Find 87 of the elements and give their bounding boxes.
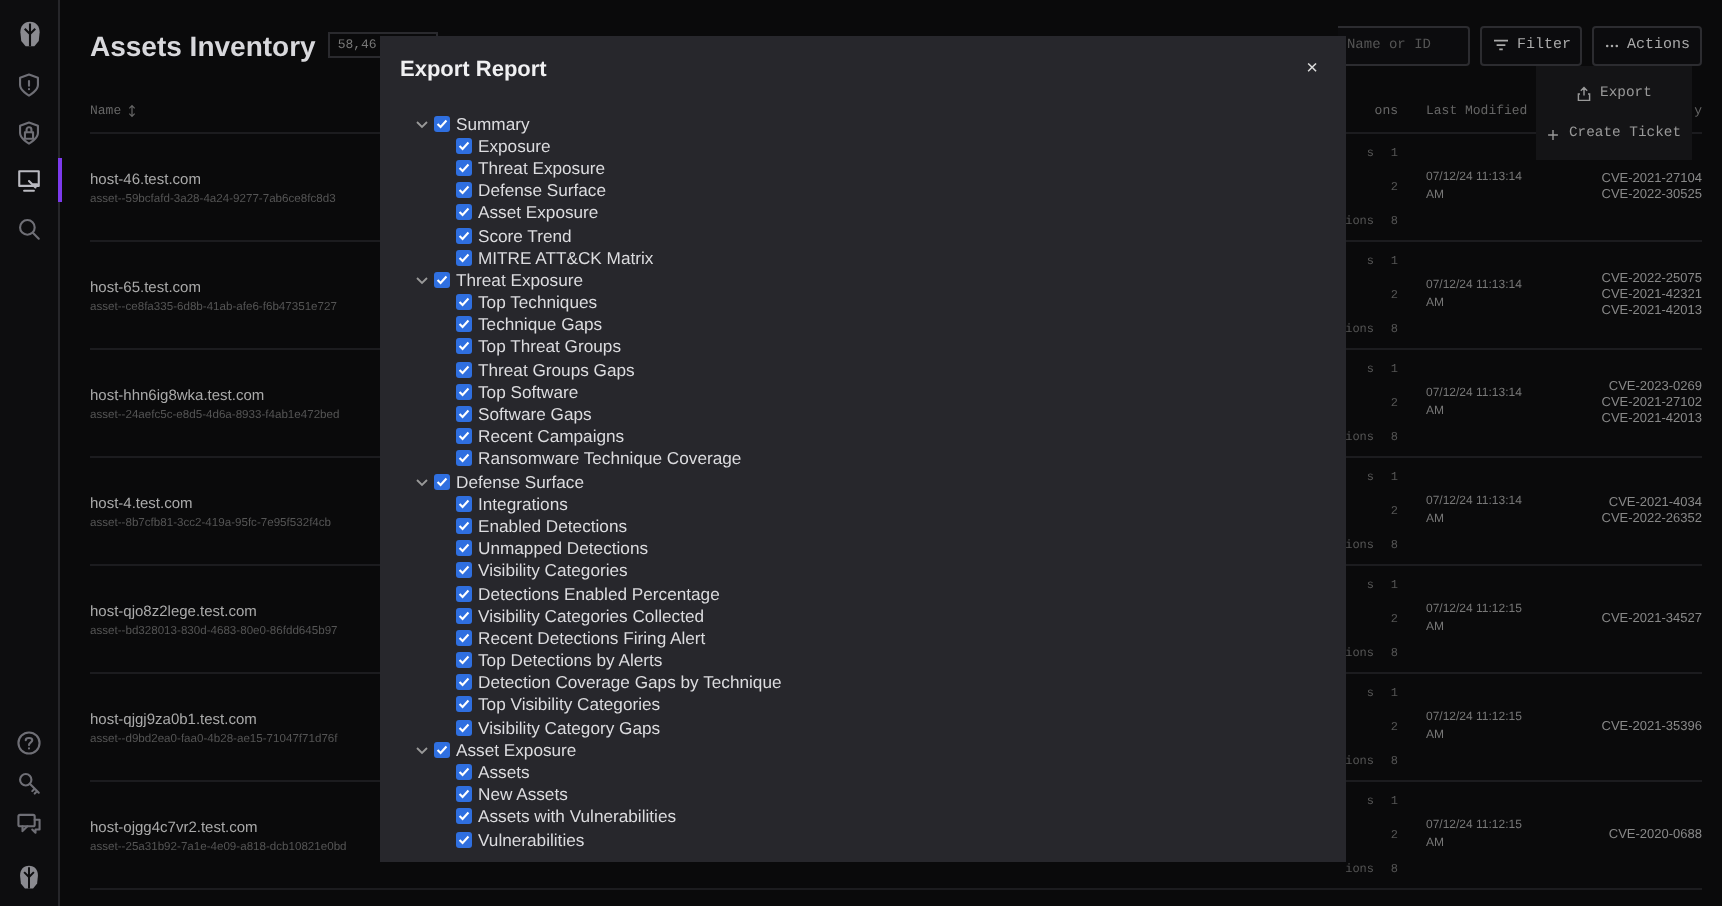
checkbox[interactable]: [456, 517, 472, 534]
section-label[interactable]: Defense Surface: [456, 471, 585, 492]
shield-lock-icon[interactable]: [16, 119, 42, 145]
checkbox[interactable]: [434, 115, 450, 132]
option-label[interactable]: Detections Enabled Percentage: [478, 583, 720, 604]
option-label[interactable]: New Assets: [478, 784, 568, 805]
option-label[interactable]: Detection Coverage Gaps by Technique: [478, 672, 782, 693]
ellipsis-icon: [1604, 41, 1621, 49]
chevron-down-icon[interactable]: [414, 271, 430, 288]
checkbox[interactable]: [456, 294, 472, 311]
checkbox[interactable]: [456, 316, 472, 333]
checkbox[interactable]: [456, 764, 472, 781]
section-label[interactable]: Threat Exposure: [456, 269, 584, 290]
option-label[interactable]: Threat Groups Gaps: [478, 359, 635, 380]
share-icon: [1576, 86, 1593, 102]
option-label[interactable]: Top Threat Groups: [478, 336, 621, 357]
checkbox[interactable]: [456, 831, 472, 848]
checkbox[interactable]: [434, 473, 450, 490]
checkbox[interactable]: [456, 808, 472, 825]
checkbox[interactable]: [456, 585, 472, 602]
chevron-down-icon[interactable]: [414, 741, 430, 758]
option-label[interactable]: Software Gaps: [478, 404, 592, 425]
option-label[interactable]: Visibility Categories: [478, 560, 628, 581]
chevron-down-icon[interactable]: [414, 473, 430, 490]
checkbox[interactable]: [456, 696, 472, 713]
chat-icon[interactable]: [16, 810, 42, 836]
checkbox[interactable]: [456, 652, 472, 669]
plus-icon: [1546, 127, 1561, 141]
option-label[interactable]: Top Techniques: [478, 292, 598, 313]
option-label[interactable]: Top Visibility Categories: [478, 694, 661, 715]
shield-icon[interactable]: [16, 71, 42, 97]
checkbox[interactable]: [456, 383, 472, 400]
checkbox[interactable]: [456, 674, 472, 691]
search-icon[interactable]: [16, 215, 42, 241]
checkbox[interactable]: [456, 786, 472, 803]
option-label[interactable]: Visibility Category Gaps: [478, 717, 661, 738]
option-label[interactable]: Threat Exposure: [478, 157, 606, 178]
logo-icon[interactable]: [16, 864, 42, 890]
chevron-down-icon[interactable]: [414, 115, 430, 132]
checkbox[interactable]: [456, 450, 472, 467]
option-label[interactable]: Top Detections by Alerts: [478, 650, 663, 671]
monitor-icon[interactable]: [16, 167, 42, 193]
sort-icon[interactable]: [127, 104, 136, 118]
option-label[interactable]: MITRE ATT&CK Matrix: [478, 247, 654, 268]
checkbox[interactable]: [456, 249, 472, 266]
option-label[interactable]: Enabled Detections: [478, 515, 628, 536]
checkbox[interactable]: [456, 338, 472, 355]
checkbox[interactable]: [456, 540, 472, 557]
page-title: Assets Inventory: [90, 29, 316, 61]
checkbox[interactable]: [456, 495, 472, 512]
checkbox[interactable]: [456, 182, 472, 199]
checkbox[interactable]: [456, 227, 472, 244]
option-label[interactable]: Top Software: [478, 381, 579, 402]
close-button[interactable]: ×: [1302, 58, 1322, 82]
option-label[interactable]: Integrations: [478, 493, 568, 514]
option-label[interactable]: Unmapped Detections: [478, 538, 649, 559]
help-icon[interactable]: [16, 730, 42, 756]
option-label[interactable]: Recent Detections Firing Alert: [478, 627, 706, 648]
checkbox[interactable]: [456, 204, 472, 221]
option-label[interactable]: Technique Gaps: [478, 314, 603, 335]
key-icon[interactable]: [16, 770, 42, 796]
filter-icon: [1492, 38, 1511, 52]
checkbox[interactable]: [456, 159, 472, 176]
option-label[interactable]: Vulnerabilities: [478, 829, 585, 850]
option-label[interactable]: Asset Exposure: [478, 202, 599, 223]
checkbox[interactable]: [456, 428, 472, 445]
checkbox[interactable]: [456, 361, 472, 378]
option-label[interactable]: Defense Surface: [478, 180, 607, 201]
checkbox[interactable]: [456, 562, 472, 579]
option-label[interactable]: Assets with Vulnerabilities: [478, 806, 677, 827]
checkbox[interactable]: [456, 629, 472, 646]
checkbox[interactable]: [434, 271, 450, 288]
checkbox[interactable]: [456, 719, 472, 736]
option-label[interactable]: Recent Campaigns: [478, 426, 625, 447]
checkbox[interactable]: [456, 607, 472, 624]
option-label[interactable]: Visibility Categories Collected: [478, 605, 705, 626]
checkbox[interactable]: [456, 406, 472, 423]
checkbox[interactable]: [456, 137, 472, 154]
checkbox[interactable]: [434, 741, 450, 758]
option-label[interactable]: Exposure: [478, 135, 551, 156]
logo-icon[interactable]: [15, 20, 43, 48]
option-label[interactable]: Score Trend: [478, 225, 572, 246]
section-label[interactable]: Summary: [456, 113, 530, 134]
option-label[interactable]: Ransomware Technique Coverage: [478, 448, 742, 469]
modal-title: Export Report: [400, 58, 547, 82]
section-label[interactable]: Asset Exposure: [456, 739, 577, 760]
option-label[interactable]: Assets: [478, 762, 530, 783]
